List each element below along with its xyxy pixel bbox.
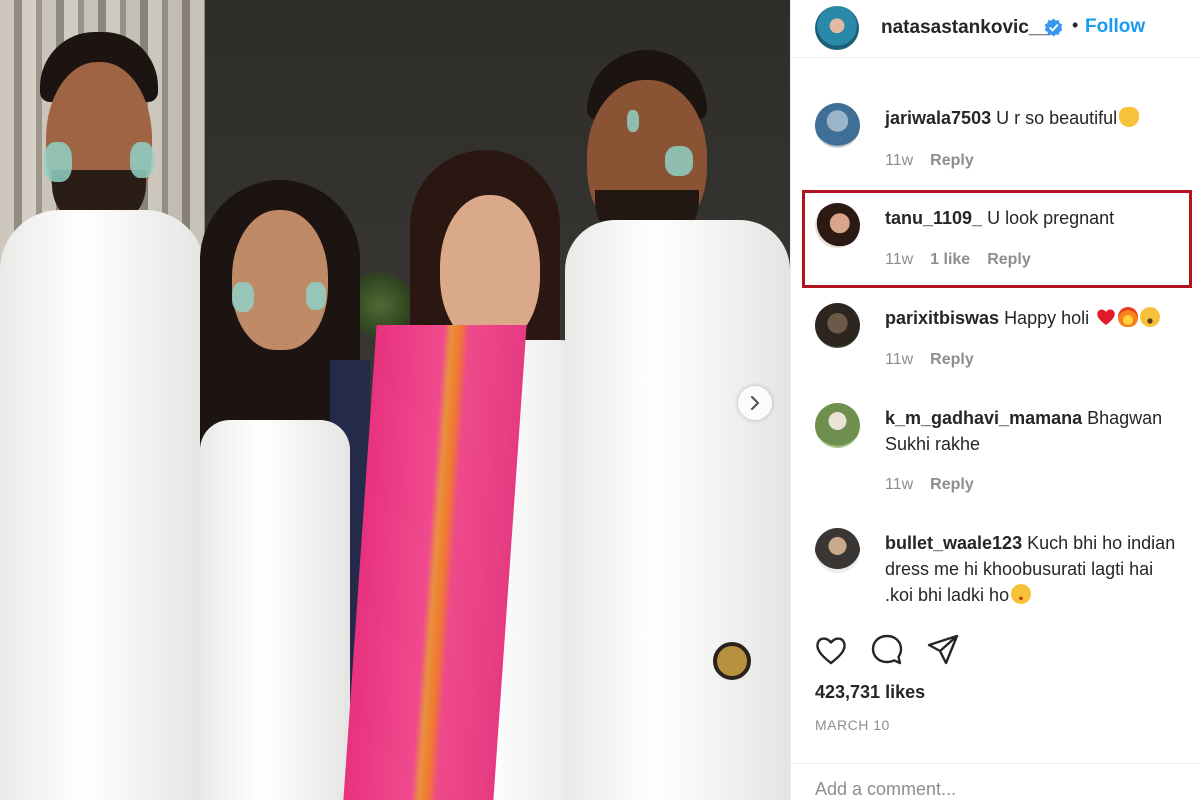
comment-item: jariwala7503 U r so beautiful 11w Reply (791, 103, 1200, 183)
comment-username[interactable]: k_m_gadhavi_mamana (885, 408, 1082, 428)
post-sidebar: natasastankovic__ • Follow jariwala7503 … (790, 0, 1200, 800)
heart-icon[interactable] (813, 632, 849, 668)
heart-emoji-icon (1096, 307, 1116, 327)
comment-text: Happy holi (1004, 308, 1090, 328)
comment-username[interactable]: jariwala7503 (885, 108, 991, 128)
like-count[interactable]: 423,731 likes (815, 682, 925, 703)
add-comment-input[interactable] (815, 779, 1175, 800)
person-left-man (0, 0, 210, 800)
verified-badge-icon (1044, 18, 1063, 37)
reply-button[interactable]: Reply (930, 351, 974, 369)
follow-button[interactable]: Follow (1085, 16, 1145, 38)
post-actions (813, 632, 961, 668)
commenter-avatar[interactable] (815, 103, 860, 148)
paper-plane-icon[interactable] (925, 632, 961, 668)
fire-emoji-icon (1118, 307, 1139, 327)
comment-text: U r so beautiful (996, 108, 1118, 128)
add-comment-bar (791, 763, 1200, 800)
wrist-watch (713, 642, 751, 680)
person-right-man (565, 50, 790, 800)
comment-username[interactable]: bullet_waale123 (885, 533, 1022, 553)
header-separator: • (1072, 15, 1079, 35)
astonished-emoji-icon (1140, 307, 1161, 327)
chevron-right-icon (750, 396, 760, 410)
person-left-woman (180, 170, 370, 800)
highlight-annotation-box (802, 190, 1192, 288)
commenter-avatar[interactable] (815, 303, 860, 348)
comment-item: bullet_waale123 Kuch bhi ho indian dress… (791, 528, 1200, 618)
comment-item: k_m_gadhavi_mamana Bhagwan Sukhi rakhe 1… (791, 403, 1200, 503)
person-right-woman (343, 150, 600, 800)
reply-button[interactable]: Reply (930, 476, 974, 494)
comment-item: parixitbiswas Happy holi 11w Reply (791, 303, 1200, 383)
comment-time: 11w (885, 152, 914, 169)
next-photo-button[interactable] (738, 386, 772, 420)
post-date: MARCH 10 (815, 717, 890, 733)
comment-bubble-icon[interactable] (869, 632, 905, 668)
smiling-face-emoji-icon (1011, 584, 1032, 604)
comment-time: 11w (885, 351, 914, 368)
post-photo (0, 0, 790, 800)
author-avatar[interactable] (815, 6, 859, 50)
author-username[interactable]: natasastankovic__ (881, 17, 1050, 39)
comment-time: 11w (885, 476, 914, 493)
reply-button[interactable]: Reply (930, 152, 974, 170)
post-header: natasastankovic__ • Follow (791, 0, 1200, 58)
commenter-avatar[interactable] (815, 528, 860, 573)
commenter-avatar[interactable] (815, 403, 860, 448)
ok-hand-emoji-icon (1119, 107, 1140, 127)
comment-username[interactable]: parixitbiswas (885, 308, 999, 328)
